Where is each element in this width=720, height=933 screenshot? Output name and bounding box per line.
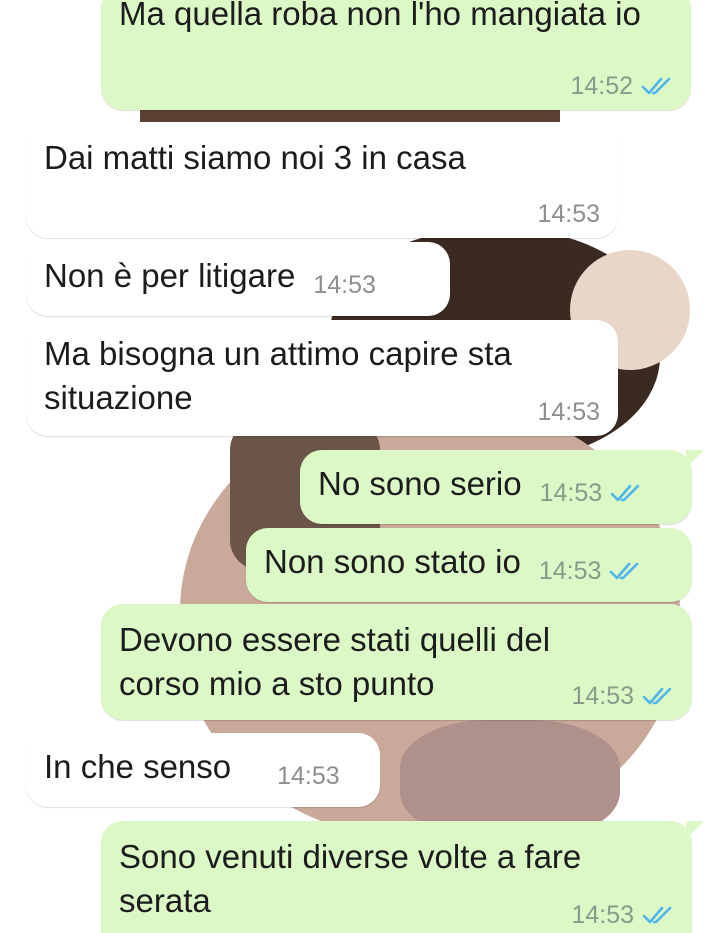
message-time: 14:53	[571, 901, 634, 929]
message-meta: 14:53	[537, 200, 600, 228]
message-time: 14:53	[537, 398, 600, 426]
double-check-read-icon	[610, 484, 640, 502]
message-time: 14:53	[537, 200, 600, 228]
double-check-read-icon	[641, 77, 671, 95]
message-text: Non è per litigare	[44, 257, 296, 294]
message-text: Ma quella roba non l'ho mangiata io	[119, 0, 641, 32]
message-meta: 14:53	[571, 901, 674, 929]
message-meta: 14:53	[540, 471, 643, 515]
double-check-read-icon	[642, 906, 672, 924]
double-check-read-icon	[610, 562, 639, 580]
message-bubble-incoming[interactable]: In che senso 14:53	[14, 733, 380, 807]
message-bubble-outgoing[interactable]: Ma quella roba non l'ho mangiata io 14:5…	[101, 0, 691, 110]
message-bubble-outgoing[interactable]: Sono venuti diverse volte a fare serata …	[101, 821, 704, 933]
message-bubble-incoming[interactable]: Non è per litigare 14:53	[26, 242, 450, 316]
message-text: Ma bisogna un attimo capire sta situazio…	[44, 335, 512, 416]
message-time: 14:53	[571, 682, 634, 710]
message-bubble-outgoing[interactable]: Devono essere stati quelli del corso mio…	[101, 604, 692, 720]
message-meta: 14:53	[539, 549, 642, 593]
message-meta: 14:53	[313, 263, 376, 307]
message-text: Dai matti siamo noi 3 in casa	[44, 139, 466, 176]
message-text: No sono serio	[318, 465, 522, 502]
message-bubble-incoming[interactable]: Dai matti siamo noi 3 in casa 14:53	[14, 122, 618, 238]
message-meta: 14:53	[277, 754, 340, 798]
message-text: In che senso	[44, 748, 232, 785]
message-meta: 14:52	[570, 72, 673, 100]
message-text: Non sono stato io	[264, 543, 521, 580]
message-time: 14:53	[539, 479, 603, 507]
message-meta: 14:53	[571, 682, 674, 710]
message-time: 14:53	[538, 557, 602, 585]
message-time: 14:53	[277, 762, 340, 790]
double-check-read-icon	[642, 687, 672, 705]
message-bubble-outgoing[interactable]: No sono serio 14:53	[300, 450, 704, 524]
message-time: 14:53	[313, 271, 376, 299]
message-bubble-outgoing[interactable]: Non sono stato io 14:53	[246, 528, 692, 602]
message-bubble-incoming[interactable]: Ma bisogna un attimo capire sta situazio…	[26, 320, 618, 436]
message-time: 14:52	[570, 72, 633, 100]
message-meta: 14:53	[537, 398, 600, 426]
